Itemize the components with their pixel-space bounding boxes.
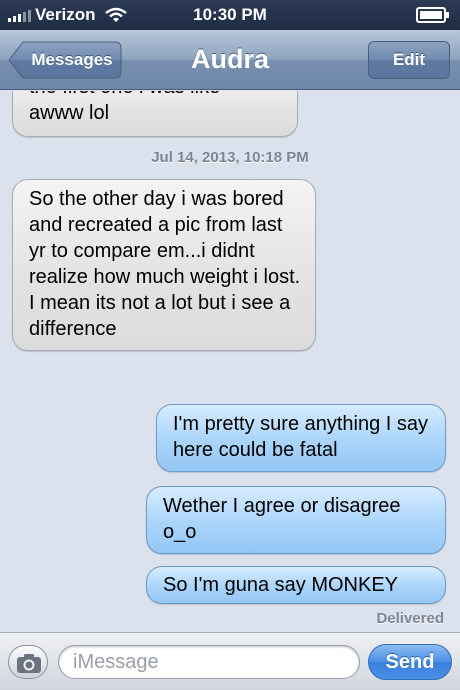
compose-bar: Send xyxy=(0,632,460,690)
timestamp: Jul 14, 2013, 10:18 PM xyxy=(151,149,309,166)
edit-button[interactable]: Edit xyxy=(368,41,450,79)
message-bubble-outgoing[interactable]: So I'm guna say MONKEY xyxy=(146,566,446,604)
message-thread[interactable]: the first one i was like awww lol Jul 14… xyxy=(0,91,460,632)
message-bubble-incoming-partial[interactable]: the first one i was like awww lol xyxy=(12,91,298,137)
message-text-line: awww lol xyxy=(29,102,110,124)
message-text: So the other day i was bored and recreat… xyxy=(29,188,301,340)
send-button[interactable]: Send xyxy=(368,644,452,680)
message-bubble-outgoing[interactable]: I'm pretty sure anything I say here coul… xyxy=(156,404,446,472)
status-bar: Verizon 10:30 PM xyxy=(0,0,460,30)
delivered-status: Delivered xyxy=(376,610,444,627)
camera-icon xyxy=(17,654,41,673)
navigation-bar: Messages Audra Edit xyxy=(0,30,460,90)
message-text: I'm pretty sure anything I say here coul… xyxy=(173,413,429,461)
message-text-line: the first one i was like xyxy=(29,91,281,100)
camera-button[interactable] xyxy=(8,645,48,679)
message-text: So I'm guna say MONKEY xyxy=(163,574,399,596)
message-text: Wether I agree or disagree o_o xyxy=(163,495,401,543)
battery-icon xyxy=(416,7,449,23)
status-time: 10:30 PM xyxy=(193,5,267,24)
message-bubble-outgoing[interactable]: Wether I agree or disagree o_o xyxy=(146,486,446,554)
message-bubble-incoming[interactable]: So the other day i was bored and recreat… xyxy=(12,179,316,351)
message-input[interactable] xyxy=(58,645,360,679)
